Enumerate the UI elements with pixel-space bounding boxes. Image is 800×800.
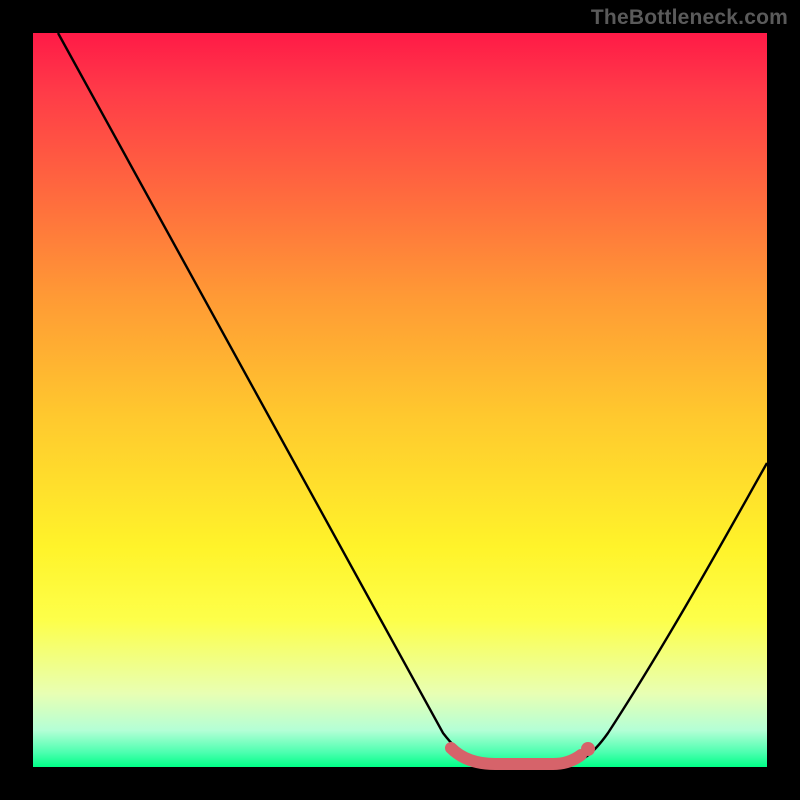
chart-svg	[33, 33, 767, 767]
bottleneck-curve	[58, 33, 767, 766]
chart-plot-area	[33, 33, 767, 767]
optimal-band	[451, 748, 581, 764]
watermark-text: TheBottleneck.com	[591, 6, 788, 30]
chart-stage: TheBottleneck.com	[0, 0, 800, 800]
optimal-band-end-dot	[581, 742, 595, 756]
